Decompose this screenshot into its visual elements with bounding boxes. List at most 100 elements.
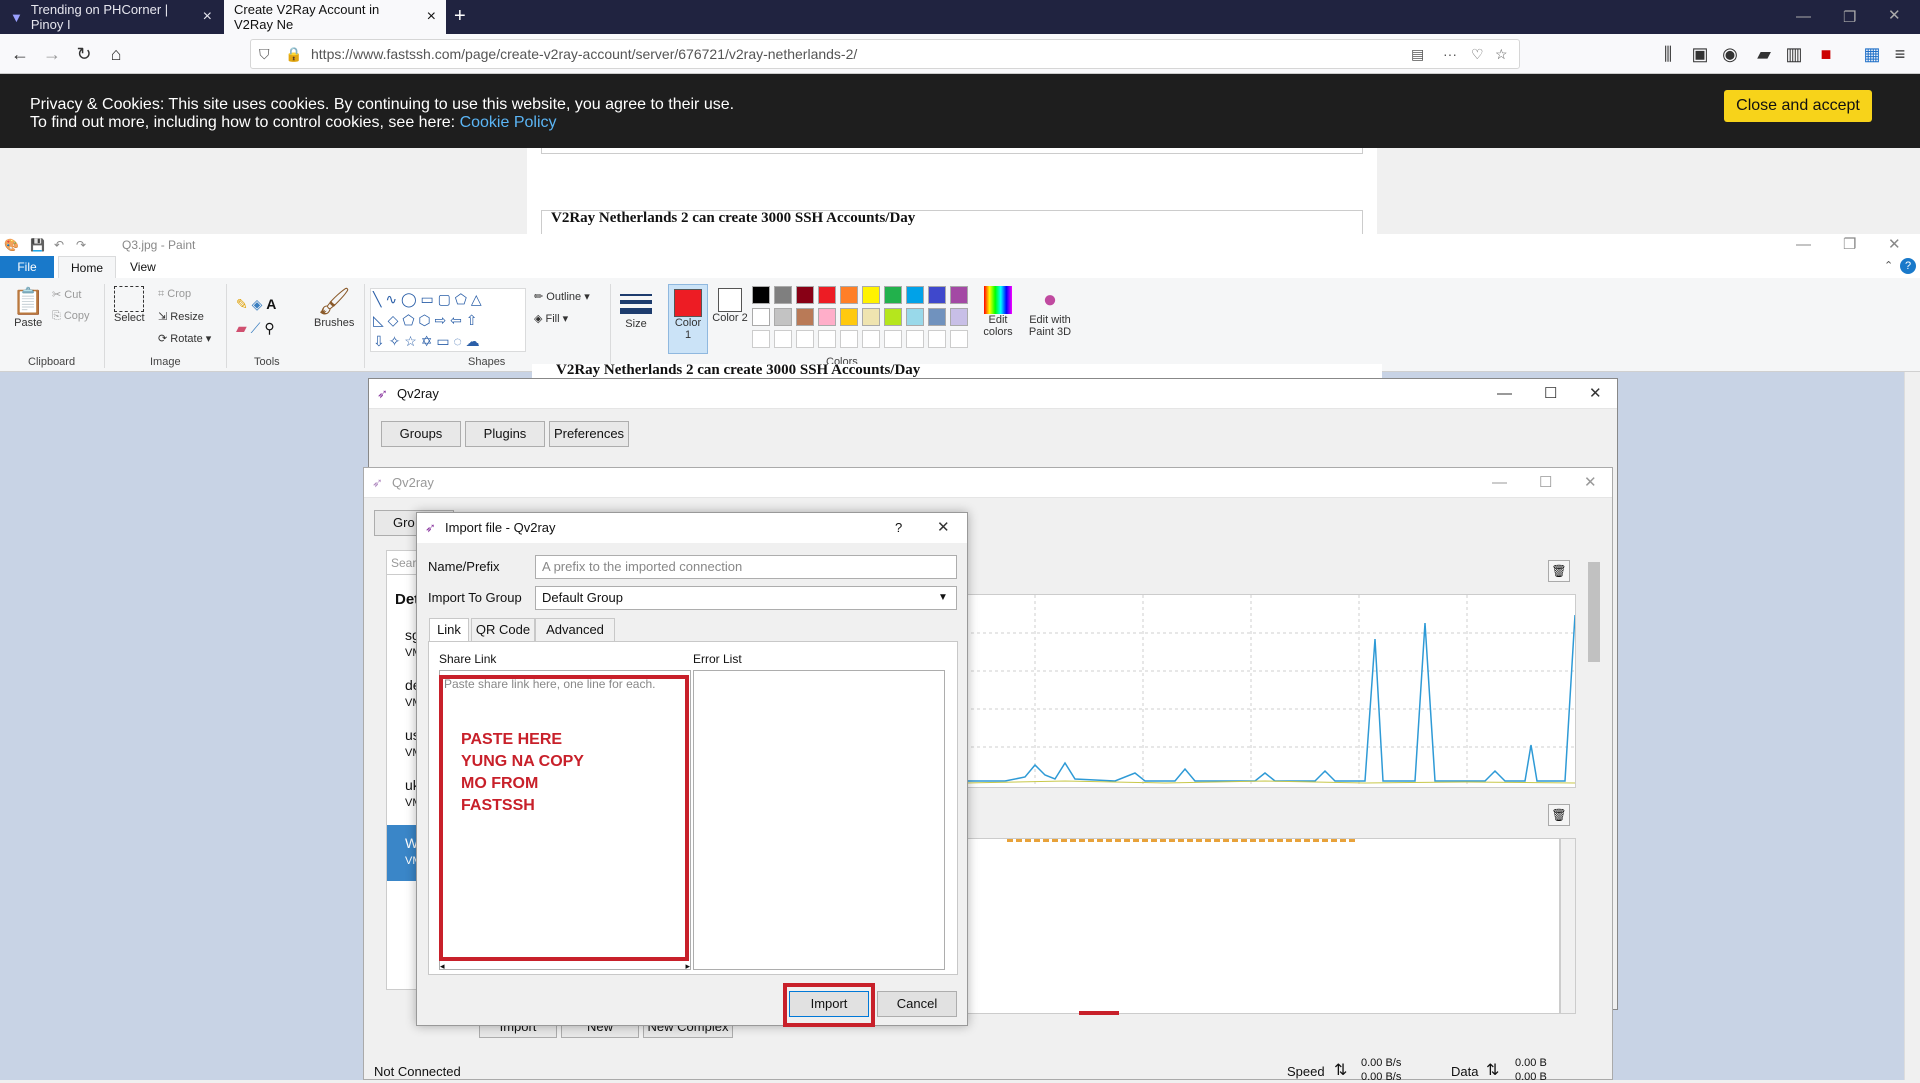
brushes-button[interactable]: 🖌 Brushes <box>314 286 354 329</box>
arrow-left-shape-icon[interactable]: ⇦ <box>450 312 462 328</box>
eraser-icon[interactable]: ▰ <box>236 320 247 336</box>
reader-view-icon[interactable]: ▤ <box>1411 40 1424 68</box>
close-window-icon[interactable]: ✕ <box>1584 468 1597 498</box>
browser-tab-phcorner[interactable]: ▼ Trending on PHCorner | Pinoy I × <box>0 0 222 34</box>
browser-tab-fastssh[interactable]: Create V2Ray Account in V2Ray Ne × <box>224 0 446 34</box>
palette-swatch[interactable] <box>928 286 946 304</box>
maximize-icon[interactable]: ❐ <box>1843 8 1856 26</box>
callout-shape-icon[interactable]: ▭ <box>436 333 449 349</box>
close-dialog-icon[interactable]: ✕ <box>937 513 950 543</box>
close-and-accept-button[interactable]: Close and accept <box>1724 90 1872 122</box>
palette-swatch-empty[interactable] <box>840 330 858 348</box>
tab-link[interactable]: Link <box>429 618 469 642</box>
edit-colors-button[interactable]: Edit colors <box>976 286 1020 338</box>
menu-icon[interactable]: ≡ <box>1888 42 1912 66</box>
palette-swatch[interactable] <box>752 286 770 304</box>
palette-swatch-empty[interactable] <box>862 330 880 348</box>
minimize-icon[interactable]: — <box>1497 379 1512 409</box>
palette-swatch[interactable] <box>774 308 792 326</box>
curve-shape-icon[interactable]: ∿ <box>385 291 397 307</box>
forward-icon[interactable]: → <box>40 42 64 66</box>
close-window-icon[interactable]: ✕ <box>1888 234 1901 256</box>
pentagon-shape-icon[interactable]: ⬠ <box>402 312 414 328</box>
pocket-icon[interactable]: ♡ <box>1471 40 1484 68</box>
palette-swatch-empty[interactable] <box>928 330 946 348</box>
palette-swatch[interactable] <box>862 286 880 304</box>
close-window-icon[interactable]: ✕ <box>1589 379 1602 409</box>
star6-shape-icon[interactable]: ✡ <box>421 333 433 349</box>
account-icon[interactable]: ◉ <box>1718 42 1742 66</box>
star4-shape-icon[interactable]: ✧ <box>389 333 401 349</box>
palette-swatch[interactable] <box>928 308 946 326</box>
name-prefix-input[interactable]: A prefix to the imported connection <box>535 555 957 579</box>
outline-dropdown[interactable]: ✏ Outline ▾ <box>534 290 590 303</box>
sidebar-icon[interactable]: ▣ <box>1688 42 1712 66</box>
palette-swatch[interactable] <box>818 308 836 326</box>
cloud-callout-shape-icon[interactable]: ☁ <box>466 333 480 349</box>
close-tab-icon[interactable]: × <box>427 8 436 26</box>
collapse-ribbon-icon[interactable]: ⌃ <box>1884 259 1893 272</box>
paint-view-tab[interactable]: View <box>118 256 168 278</box>
close-window-icon[interactable]: ✕ <box>1888 6 1901 24</box>
color2-button[interactable]: Color 2 <box>712 288 748 324</box>
palette-swatch-empty[interactable] <box>796 330 814 348</box>
line-shape-icon[interactable]: ╲ <box>373 291 381 307</box>
select-button[interactable]: Select <box>114 286 145 324</box>
arrow-right-shape-icon[interactable]: ⇨ <box>435 312 447 328</box>
palette-swatch-empty[interactable] <box>884 330 902 348</box>
palette-swatch[interactable] <box>774 286 792 304</box>
palette-swatch-empty[interactable] <box>774 330 792 348</box>
palette-swatch[interactable] <box>840 286 858 304</box>
more-actions-icon[interactable]: ··· <box>1443 40 1457 68</box>
cut-button[interactable]: ✂ Cut <box>52 288 81 301</box>
groups-button[interactable]: Groups <box>381 421 461 447</box>
paint-home-tab[interactable]: Home <box>58 256 117 278</box>
palette-swatch[interactable] <box>862 308 880 326</box>
fill-icon[interactable]: ◈ <box>252 296 263 312</box>
extension-icon[interactable]: ▥ <box>1782 42 1806 66</box>
back-icon[interactable]: ← <box>8 42 32 66</box>
right-triangle-shape-icon[interactable]: ◺ <box>373 312 384 328</box>
fill-dropdown[interactable]: ◈ Fill ▾ <box>534 312 568 325</box>
maximize-icon[interactable]: ☐ <box>1539 468 1552 498</box>
rounded-rect-shape-icon[interactable]: ▢ <box>438 291 451 307</box>
help-icon[interactable]: ? <box>1900 258 1916 274</box>
resize-button[interactable]: ⇲ Resize <box>158 310 204 323</box>
color-picker-icon[interactable]: ⟋ <box>251 320 261 336</box>
scroll-thumb[interactable] <box>1588 562 1600 662</box>
triangle-shape-icon[interactable]: △ <box>471 291 482 307</box>
help-button[interactable]: ? <box>895 513 902 543</box>
palette-swatch[interactable] <box>950 286 968 304</box>
tab-qr-code[interactable]: QR Code <box>471 618 535 642</box>
rectangle-shape-icon[interactable]: ▭ <box>421 291 434 307</box>
palette-swatch-empty[interactable] <box>752 330 770 348</box>
palette-swatch[interactable] <box>818 286 836 304</box>
copy-button[interactable]: ⎘ Copy <box>52 310 90 323</box>
preferences-button[interactable]: Preferences <box>549 421 629 447</box>
color1-button[interactable]: Color 1 <box>668 284 708 354</box>
palette-swatch[interactable] <box>752 308 770 326</box>
share-horizontal-scrollbar[interactable]: ◂ ▸ <box>440 961 690 971</box>
palette-swatch[interactable] <box>884 308 902 326</box>
text-icon[interactable]: A <box>266 296 276 312</box>
palette-swatch-empty[interactable] <box>818 330 836 348</box>
url-bar[interactable]: ⛉ 🔒 https://www.fastssh.com/page/create-… <box>250 39 1520 69</box>
diamond-shape-icon[interactable]: ◇ <box>388 312 399 328</box>
maximize-icon[interactable]: ☐ <box>1544 379 1557 409</box>
minimize-icon[interactable]: — <box>1796 234 1811 256</box>
pencil-icon[interactable]: ✎ <box>236 296 248 312</box>
arrow-up-shape-icon[interactable]: ⇧ <box>466 312 478 328</box>
reload-icon[interactable]: ↻ <box>72 42 96 66</box>
palette-swatch[interactable] <box>796 286 814 304</box>
new-tab-icon[interactable]: + <box>454 5 466 28</box>
import-group-select[interactable]: Default Group ▼ <box>535 586 957 610</box>
palette-swatch[interactable] <box>840 308 858 326</box>
extension-icon[interactable]: ■ <box>1814 42 1838 66</box>
palette-swatch[interactable] <box>906 286 924 304</box>
minimize-icon[interactable]: — <box>1796 8 1811 25</box>
cookie-policy-link[interactable]: Cookie Policy <box>460 114 557 131</box>
library-icon[interactable]: ⫼ <box>1656 42 1680 66</box>
plugins-button[interactable]: Plugins <box>465 421 545 447</box>
save-icon[interactable]: 💾 <box>30 234 45 256</box>
hexagon-shape-icon[interactable]: ⬡ <box>418 312 430 328</box>
